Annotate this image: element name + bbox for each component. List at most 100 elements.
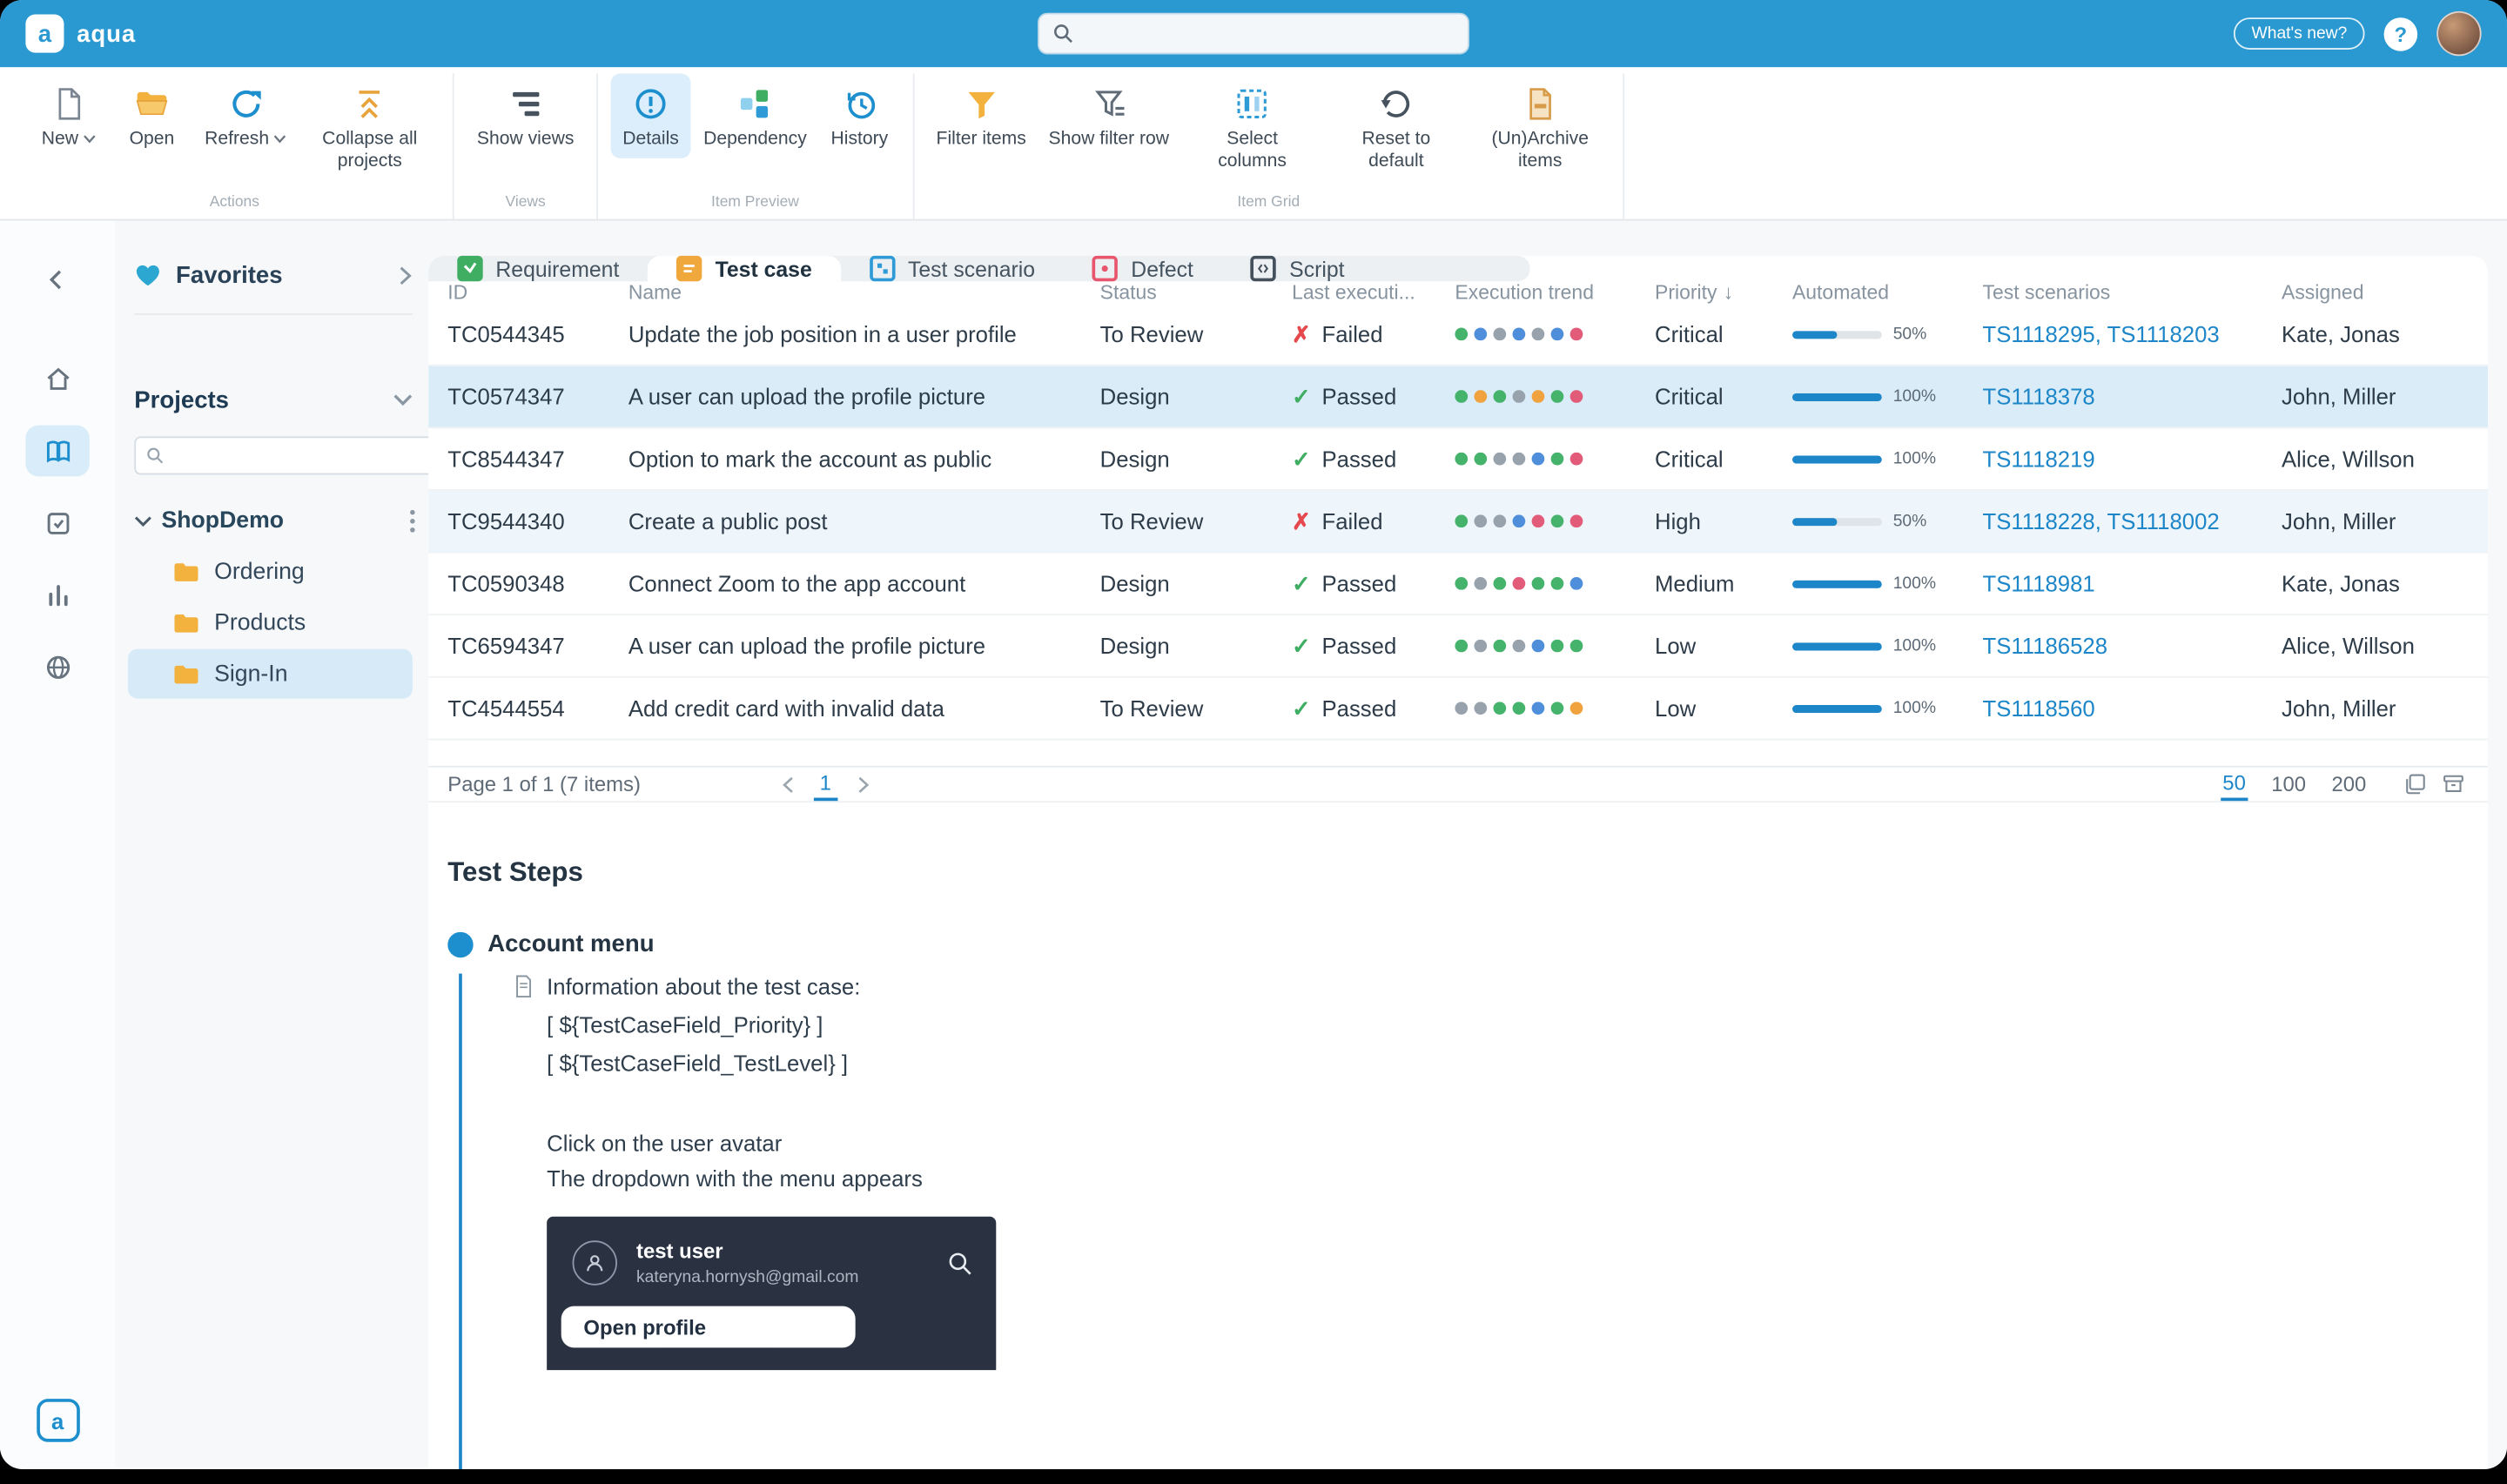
whats-new-button[interactable]: What's new? bbox=[2234, 17, 2364, 50]
table-row[interactable]: TC0590348Connect Zoom to the app account… bbox=[428, 554, 2488, 616]
column-header-name[interactable]: Name bbox=[628, 281, 1100, 304]
trend-dot bbox=[1513, 453, 1526, 466]
box-view-icon[interactable] bbox=[2442, 772, 2466, 796]
cell-priority: Critical bbox=[1655, 384, 1792, 409]
test-scenario-link[interactable]: TS11186528 bbox=[1983, 633, 2282, 658]
tab-requirement[interactable]: Requirement bbox=[428, 256, 648, 281]
column-header-last-execution[interactable]: Last executi... bbox=[1292, 281, 1455, 304]
dependency-button[interactable]: Dependency bbox=[694, 73, 817, 158]
projects-header[interactable]: Projects bbox=[134, 379, 428, 420]
trend-dot bbox=[1474, 702, 1487, 715]
new-button[interactable]: New bbox=[29, 73, 109, 158]
table-row[interactable]: TC0574347A user can upload the profile p… bbox=[428, 366, 2488, 429]
reset-to-default-button[interactable]: Reset to default bbox=[1326, 73, 1467, 178]
column-header-automated[interactable]: Automated bbox=[1792, 281, 1983, 304]
ribbon-group-item-preview: Details Dependency History Item Preview bbox=[598, 73, 914, 218]
globe-icon[interactable] bbox=[25, 641, 89, 693]
tree-item-sign-in[interactable]: Sign-In bbox=[128, 649, 413, 699]
ribbon-group-item-grid: Filter items Show filter row Select colu… bbox=[914, 73, 1625, 218]
cell-execution-trend bbox=[1455, 328, 1655, 341]
column-header-execution-trend[interactable]: Execution trend bbox=[1455, 281, 1655, 304]
trend-dot bbox=[1551, 328, 1564, 341]
projects-icon[interactable] bbox=[25, 426, 89, 477]
details-button[interactable]: Details bbox=[611, 73, 691, 158]
home-icon[interactable] bbox=[25, 353, 89, 405]
cell-status: To Review bbox=[1100, 321, 1292, 346]
test-scenario-link[interactable]: TS1118295, TS1118203 bbox=[1983, 321, 2282, 346]
select-columns-button[interactable]: Select columns bbox=[1182, 73, 1323, 178]
chevron-right-icon[interactable] bbox=[398, 265, 413, 285]
test-scenario-link[interactable]: TS1118378 bbox=[1983, 384, 2282, 409]
help-button[interactable]: ? bbox=[2384, 17, 2418, 50]
filter-items-button[interactable]: Filter items bbox=[927, 73, 1036, 158]
table-row[interactable]: TC8544347Option to mark the account as p… bbox=[428, 428, 2488, 491]
card-view-icon[interactable] bbox=[2403, 772, 2428, 796]
column-header-status[interactable]: Status bbox=[1100, 281, 1292, 304]
cell-name: A user can upload the profile picture bbox=[628, 633, 1100, 658]
favorites-header[interactable]: Favorites bbox=[134, 252, 428, 297]
cell-automated: 100% bbox=[1792, 636, 1983, 655]
page-number[interactable]: 1 bbox=[813, 768, 837, 802]
project-search-row bbox=[134, 435, 428, 477]
cell-priority: Low bbox=[1655, 695, 1792, 721]
step-field-priority: [ ${TestCaseField_Priority} ] bbox=[514, 1012, 2488, 1037]
open-button[interactable]: Open bbox=[112, 73, 192, 158]
tab-test-scenario[interactable]: Test scenario bbox=[841, 256, 1064, 281]
trend-dot bbox=[1513, 514, 1526, 527]
test-scenario-link[interactable]: TS1118560 bbox=[1983, 695, 2282, 721]
column-header-assigned[interactable]: Assigned bbox=[2282, 281, 2475, 304]
tree-item-products[interactable]: Products bbox=[128, 598, 413, 648]
trend-dot bbox=[1532, 640, 1545, 653]
test-scenario-link[interactable]: TS1118981 bbox=[1983, 571, 2282, 596]
page-prev-icon[interactable] bbox=[782, 775, 795, 794]
global-search[interactable] bbox=[1038, 13, 1469, 55]
search-input[interactable] bbox=[1084, 22, 1455, 46]
trend-dot bbox=[1455, 702, 1468, 715]
history-button[interactable]: History bbox=[819, 73, 899, 158]
table-row[interactable]: TC6594347A user can upload the profile p… bbox=[428, 615, 2488, 678]
column-header-test-scenarios[interactable]: Test scenarios bbox=[1983, 281, 2282, 304]
step-bullet-icon bbox=[447, 931, 473, 957]
chevron-down-icon[interactable] bbox=[393, 393, 413, 406]
test-scenario-link[interactable]: TS1118228, TS1118002 bbox=[1983, 508, 2282, 534]
page-next-icon[interactable] bbox=[857, 775, 870, 794]
collapse-panel-button[interactable] bbox=[25, 254, 89, 306]
table-row[interactable]: TC0544345Update the job position in a us… bbox=[428, 304, 2488, 366]
test-scenario-link[interactable]: TS1118219 bbox=[1983, 446, 2282, 471]
step-header[interactable]: Account menu bbox=[447, 930, 2488, 957]
chevron-down-icon[interactable] bbox=[134, 514, 151, 527]
trend-dot bbox=[1455, 453, 1468, 466]
collapse-all-projects-button[interactable]: Collapse all projects bbox=[299, 73, 440, 178]
column-header-priority[interactable]: Priority ↓ bbox=[1655, 281, 1792, 304]
collapse-projects-icon bbox=[353, 84, 387, 123]
user-avatar[interactable] bbox=[2436, 11, 2481, 56]
passed-icon: ✓ bbox=[1292, 570, 1311, 597]
page-size-50[interactable]: 50 bbox=[2221, 768, 2247, 802]
cell-name: A user can upload the profile picture bbox=[628, 384, 1100, 409]
cell-id: TC4544554 bbox=[447, 695, 628, 721]
reports-icon[interactable] bbox=[25, 569, 89, 621]
page-size-200[interactable]: 200 bbox=[2330, 769, 2369, 799]
tree-item-ordering[interactable]: Ordering bbox=[128, 547, 413, 596]
tab-defect[interactable]: Defect bbox=[1064, 256, 1222, 281]
table-row[interactable]: TC4544554Add credit card with invalid da… bbox=[428, 678, 2488, 741]
table-body: TC0544345Update the job position in a us… bbox=[428, 304, 2488, 740]
tab-test-case[interactable]: Test case bbox=[648, 256, 840, 281]
trend-dot bbox=[1474, 577, 1487, 590]
tree-node-shopdemo[interactable]: ShopDemo bbox=[134, 495, 428, 545]
show-filter-row-button[interactable]: Show filter row bbox=[1039, 73, 1180, 158]
project-search[interactable] bbox=[134, 436, 454, 474]
unarchive-items-button[interactable]: (Un)Archive items bbox=[1469, 73, 1610, 178]
package-icon[interactable] bbox=[25, 497, 89, 548]
project-search-input[interactable] bbox=[172, 445, 420, 467]
step-body: Information about the test case: [ ${Tes… bbox=[459, 974, 2488, 1469]
page-size-100[interactable]: 100 bbox=[2269, 769, 2308, 799]
trend-dot bbox=[1532, 328, 1545, 341]
refresh-button[interactable]: Refresh bbox=[195, 73, 296, 158]
tab-script[interactable]: Script bbox=[1222, 256, 1374, 281]
details-icon bbox=[633, 84, 668, 123]
column-header-id[interactable]: ID bbox=[447, 281, 628, 304]
kebab-menu-icon[interactable] bbox=[409, 507, 415, 533]
table-row[interactable]: TC9544340Create a public postTo Review✗F… bbox=[428, 491, 2488, 554]
show-views-button[interactable]: Show views bbox=[467, 73, 584, 158]
